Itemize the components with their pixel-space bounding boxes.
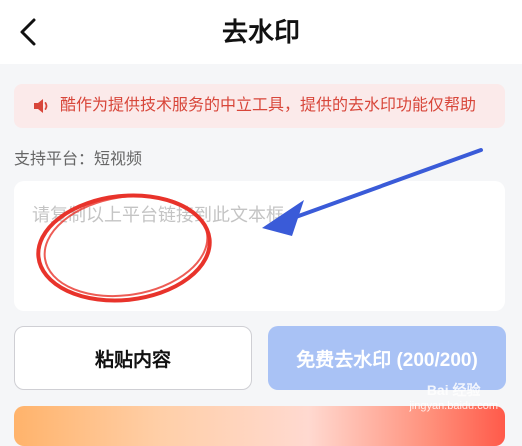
baidu-jingyan-watermark: Bai 经验 jingyan.baidu.com — [409, 380, 498, 412]
speaker-icon — [34, 99, 48, 113]
link-input-placeholder: 请复制以上平台链接到此文本框 — [32, 205, 284, 225]
link-input-box[interactable]: 请复制以上平台链接到此文本框 — [14, 181, 505, 311]
watermark-line2: jingyan.baidu.com — [409, 400, 498, 412]
watermark-line1: Bai 经验 — [426, 382, 481, 398]
supported-platform-label: 支持平台：短视频 — [14, 151, 143, 168]
notice-text: 酷作为提供技术服务的中立工具，提供的去水印功能仅帮助 — [60, 97, 477, 114]
header-bar: 去水印 — [0, 0, 522, 64]
notice-banner: 酷作为提供技术服务的中立工具，提供的去水印功能仅帮助 — [14, 84, 505, 128]
page-title: 去水印 — [221, 17, 300, 47]
paste-content-button[interactable]: 粘贴内容 — [14, 326, 252, 390]
promo-banner[interactable] — [14, 406, 505, 446]
